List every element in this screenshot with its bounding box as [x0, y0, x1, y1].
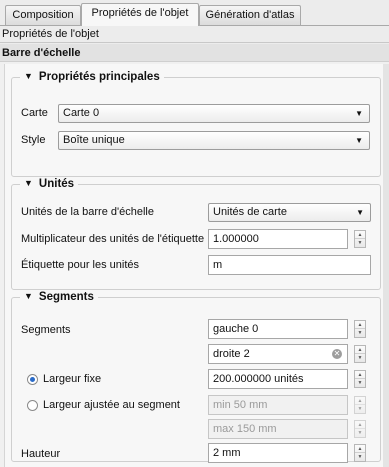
- group-title-label: Segments: [38, 291, 94, 303]
- fixed-width-radio[interactable]: [27, 374, 38, 385]
- fixed-width-spinbox[interactable]: ▲ ▼: [354, 370, 366, 388]
- label-units-label: Étiquette pour les unités: [21, 259, 140, 271]
- group-title-label: Propriétés principales: [38, 71, 160, 83]
- spin-down-icon[interactable]: ▼: [355, 329, 365, 337]
- max-width-spinbox[interactable]: ▲ ▼: [354, 420, 366, 438]
- min-width-input[interactable]: min 50 mm: [208, 395, 348, 415]
- spin-up-icon[interactable]: ▲: [355, 321, 365, 329]
- segments-left-spinbox[interactable]: ▲ ▼: [354, 320, 366, 338]
- chevron-down-icon: ▼: [356, 208, 364, 217]
- panel-header: Propriétés de l'objet: [0, 26, 389, 43]
- tab-label: Propriétés de l'objet: [91, 7, 189, 19]
- group-title-main[interactable]: ▼ Propriétés principales: [20, 70, 164, 85]
- group-main-properties: ▼ Propriétés principales Carte Carte 0 ▼ …: [11, 70, 381, 177]
- spin-down-icon[interactable]: ▼: [355, 453, 365, 461]
- height-label: Hauteur: [21, 448, 61, 460]
- group-title-segments[interactable]: ▼ Segments: [20, 290, 98, 305]
- style-combobox-value: Boîte unique: [63, 134, 125, 146]
- segments-label: Segments: [21, 324, 71, 336]
- spin-up-icon[interactable]: ▲: [355, 371, 365, 379]
- map-label: Carte: [21, 107, 48, 119]
- group-title-units[interactable]: ▼ Unités: [20, 177, 79, 192]
- map-combobox-value: Carte 0: [63, 107, 100, 119]
- max-width-input[interactable]: max 150 mm: [208, 419, 348, 439]
- spin-up-icon[interactable]: ▲: [355, 346, 365, 354]
- segments-right-spinbox[interactable]: ▲ ▼: [354, 345, 366, 363]
- tab-bar: Composition Propriétés de l'objet Généra…: [0, 0, 389, 26]
- spin-up-icon[interactable]: ▲: [355, 397, 365, 405]
- bar-units-combobox[interactable]: Unités de carte ▼: [208, 203, 371, 222]
- spin-up-icon[interactable]: ▲: [355, 445, 365, 453]
- section-title: Barre d'échelle: [0, 44, 389, 62]
- spin-up-icon[interactable]: ▲: [355, 421, 365, 429]
- multiplier-label: Multiplicateur des unités de l'étiquette: [21, 233, 205, 245]
- spin-down-icon[interactable]: ▼: [355, 429, 365, 437]
- label-units-input[interactable]: m: [208, 255, 371, 275]
- multiplier-input[interactable]: 1.000000: [208, 229, 348, 249]
- collapse-triangle-icon: ▼: [24, 71, 33, 81]
- fixed-width-input[interactable]: 200.000000 unités: [208, 369, 348, 389]
- fixed-width-label[interactable]: Largeur fixe: [43, 372, 101, 386]
- collapse-triangle-icon: ▼: [24, 291, 33, 301]
- tab-label: Génération d'atlas: [205, 9, 295, 21]
- map-combobox[interactable]: Carte 0 ▼: [58, 104, 370, 123]
- group-units: ▼ Unités Unités de la barre d'échelle Uni…: [11, 177, 381, 290]
- spin-up-icon[interactable]: ▲: [355, 231, 365, 239]
- fit-width-radio[interactable]: [27, 400, 38, 411]
- tab-atlas-generation[interactable]: Génération d'atlas: [199, 5, 301, 25]
- style-combobox[interactable]: Boîte unique ▼: [58, 131, 370, 150]
- collapse-triangle-icon: ▼: [24, 178, 33, 188]
- clear-icon[interactable]: ✕: [332, 349, 342, 359]
- spin-down-icon[interactable]: ▼: [355, 379, 365, 387]
- style-label: Style: [21, 134, 46, 146]
- fit-width-label[interactable]: Largeur ajustée au segment: [43, 398, 180, 412]
- tab-label: Composition: [12, 9, 74, 21]
- tab-composition[interactable]: Composition: [5, 5, 81, 25]
- vertical-scrollbar[interactable]: [383, 64, 389, 467]
- spin-down-icon[interactable]: ▼: [355, 354, 365, 362]
- chevron-down-icon: ▼: [355, 109, 363, 118]
- segments-right-input[interactable]: droite 2: [208, 344, 348, 364]
- spin-down-icon[interactable]: ▼: [355, 239, 365, 247]
- properties-content: ▼ Propriétés principales Carte Carte 0 ▼ …: [4, 64, 387, 467]
- bar-units-value: Unités de carte: [213, 206, 287, 218]
- tab-item-properties[interactable]: Propriétés de l'objet: [81, 3, 199, 26]
- height-input[interactable]: 2 mm: [208, 443, 348, 463]
- group-segments: ▼ Segments Segments gauche 0 ▲ ▼ droite 2…: [11, 290, 381, 463]
- min-width-spinbox[interactable]: ▲ ▼: [354, 396, 366, 414]
- chevron-down-icon: ▼: [355, 136, 363, 145]
- group-title-label: Unités: [38, 178, 75, 190]
- segments-left-input[interactable]: gauche 0: [208, 319, 348, 339]
- multiplier-spinbox[interactable]: ▲ ▼: [354, 230, 366, 248]
- spin-down-icon[interactable]: ▼: [355, 405, 365, 413]
- bar-units-label: Unités de la barre d'échelle: [21, 206, 154, 218]
- properties-scroll-area[interactable]: Barre d'échelle ▼ Propriétés principales …: [0, 44, 389, 467]
- height-spinbox[interactable]: ▲ ▼: [354, 444, 366, 462]
